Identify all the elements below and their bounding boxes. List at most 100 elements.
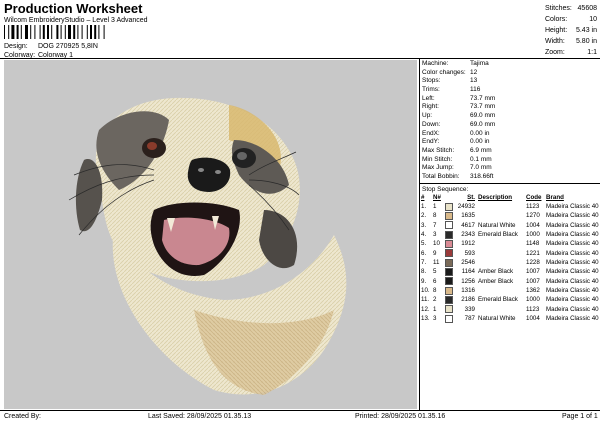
table-row: 13. 3 787 Natural White 1004 Madeira Classic …	[421, 314, 599, 324]
info-label: Left:	[422, 94, 435, 102]
table-row: 5. 10 1912 1148 Madeira Classic 40	[421, 240, 599, 249]
header-divider	[0, 58, 600, 59]
thread-description: Emerald Black	[478, 231, 518, 239]
info-value: 0.1 mm	[470, 155, 492, 163]
info-value: 6.9 mm	[470, 146, 492, 154]
thread-description: Natural White	[478, 315, 516, 323]
needle-number: 3	[433, 315, 437, 323]
thread-description	[478, 259, 526, 268]
thread-code: 1000	[526, 231, 540, 239]
info-value: Tajima	[470, 60, 489, 67]
thread-brand: Madeira Classic 40	[546, 268, 599, 276]
seq-index: 10.	[421, 287, 430, 295]
machine-info-row: Right: 73.7 mm	[422, 103, 598, 112]
needle-number: 1	[433, 203, 437, 211]
color-swatch	[445, 314, 453, 324]
seq-index: 4.	[421, 231, 427, 239]
color-swatch-icon	[445, 305, 453, 314]
stitch-count: 2546	[461, 259, 475, 267]
thread-description	[478, 305, 526, 314]
info-value: 7.0 mm	[470, 164, 492, 172]
info-value: 73.7 mm	[470, 103, 496, 111]
stitch-count: 2343	[461, 231, 475, 239]
col-brand: Brand	[546, 194, 564, 201]
thread-brand: Madeira Classic 40	[546, 240, 599, 248]
thread-brand: Madeira Classic 40	[546, 287, 599, 295]
worksheet-title: Production Worksheet	[4, 1, 143, 16]
seq-index: 12.	[421, 305, 430, 313]
thread-description: Natural White	[478, 221, 516, 229]
col-description: Description	[478, 194, 513, 201]
thread-description: Emerald Black	[478, 296, 518, 304]
stitch-count: 24932	[457, 203, 475, 211]
machine-info-row: Down: 69.0 mm	[422, 121, 598, 130]
thread-description	[478, 203, 526, 212]
col-code: Code	[526, 194, 542, 201]
printed-date: Printed: 28/09/2025 01.35.16	[355, 413, 446, 420]
design-preview-canvas	[4, 60, 417, 409]
thread-description: Amber Black	[478, 268, 514, 276]
color-swatch	[445, 277, 453, 286]
info-label: Up:	[422, 112, 433, 120]
seq-index: 1.	[421, 203, 427, 211]
col-swatch	[445, 194, 453, 203]
thread-brand: Madeira Classic 40	[546, 305, 599, 313]
thread-brand: Madeira Classic 40	[546, 221, 599, 229]
sequence-divider	[420, 183, 600, 184]
needle-number: 7	[433, 221, 437, 229]
thread-code: 1007	[526, 277, 540, 285]
col-stitches: St.	[467, 194, 475, 201]
info-label: Max Stitch:	[422, 146, 455, 154]
stop-sequence-table: # N# St. Description Code Brand 1. 1 24932…	[421, 194, 599, 324]
thread-description	[478, 240, 526, 249]
info-value: 73.7 mm	[470, 94, 496, 102]
stitch-count: 4617	[461, 221, 475, 229]
stitch-count: 1164	[461, 268, 475, 276]
seq-index: 2.	[421, 212, 427, 220]
stat-width: Width: 5.80 in	[545, 38, 597, 45]
thread-code: 1123	[526, 203, 540, 211]
stat-height: Height: 5.43 in	[545, 27, 597, 34]
seq-index: 5.	[421, 240, 427, 248]
thread-code: 1221	[526, 249, 540, 257]
table-row: 10. 8 1316 1362 Madeira Classic 40	[421, 286, 599, 296]
info-value: 116	[470, 86, 481, 94]
last-saved: Last Saved: 28/09/2025 01.35.13	[148, 413, 252, 420]
info-value: 0.00 in	[470, 138, 490, 146]
machine-info-row: Trims: 116	[422, 86, 598, 95]
machine-info-row: EndY: 0.00 in	[422, 138, 598, 147]
table-row: 8. 5 1164 Amber Black 1007 Madeira Classic 40	[421, 268, 599, 277]
color-swatch-icon	[445, 202, 453, 211]
info-label: EndY:	[422, 138, 440, 146]
info-value: 0.00 in	[470, 129, 490, 137]
color-swatch-icon	[445, 212, 453, 221]
thread-description: Amber Black	[478, 277, 514, 285]
color-swatch	[445, 249, 453, 258]
thread-code: 1270	[526, 212, 540, 220]
stitch-count: 1912	[461, 240, 475, 248]
stitch-count: 339	[464, 305, 475, 313]
needle-number: 5	[433, 268, 437, 276]
needle-number: 8	[433, 212, 437, 220]
thread-code: 1004	[526, 221, 540, 229]
color-swatch-icon	[445, 230, 453, 239]
color-swatch	[445, 230, 453, 240]
info-label: Trims:	[422, 86, 440, 94]
thread-brand: Madeira Classic 40	[546, 296, 599, 304]
barcode	[4, 25, 105, 39]
dog-embroidery-image	[68, 97, 347, 395]
needle-number: 8	[433, 287, 437, 295]
table-row: 7. 11 2546 1228 Madeira Classic 40	[421, 258, 599, 268]
color-swatch-icon	[445, 314, 453, 323]
thread-brand: Madeira Classic 40	[546, 249, 599, 257]
machine-info-row: Max Jump: 7.0 mm	[422, 164, 598, 173]
table-row: 3. 7 4617 Natural White 1004 Madeira Classic …	[421, 221, 599, 230]
thread-brand: Madeira Classic 40	[546, 277, 599, 285]
table-row: 6. 9 593 1221 Madeira Classic 40	[421, 249, 599, 258]
thread-description	[478, 212, 526, 221]
info-label: Min Stitch:	[422, 155, 453, 163]
color-swatch-icon	[445, 258, 453, 267]
machine-info-row: EndX: 0.00 in	[422, 130, 598, 139]
stat-colors: Colors: 10	[545, 16, 597, 23]
machine-info-row: Stops: 13	[422, 77, 598, 86]
